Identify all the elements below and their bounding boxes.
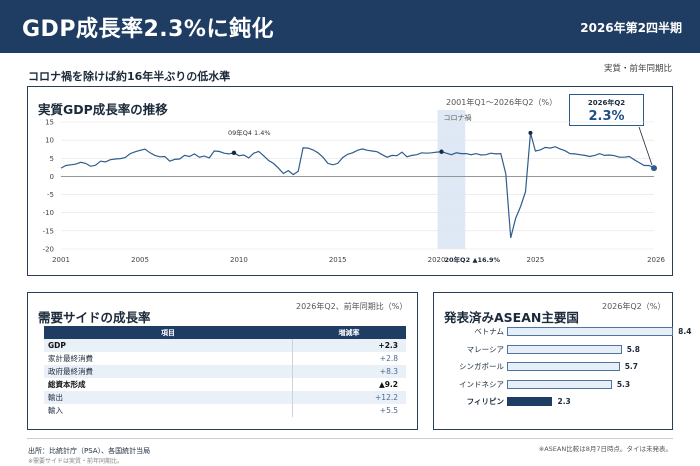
- demand-title: 需要サイドの成長率: [38, 310, 151, 325]
- header-banner: GDP成長率2.3%に鈍化 2026年第2四半期: [0, 0, 700, 53]
- y-tick-label: -5: [47, 191, 54, 199]
- row-value: +8.3: [291, 365, 406, 378]
- asean-bar-label: マレーシア: [466, 344, 504, 354]
- x-tick-label: 2025: [526, 256, 544, 264]
- asean-bar-label: インドネシア: [459, 379, 504, 389]
- asean-bar-value: 5.7: [624, 362, 639, 371]
- row-item: GDP: [44, 339, 292, 352]
- row-item: 政府最終消費: [44, 365, 292, 378]
- col-rate-header: 増減率: [292, 326, 406, 339]
- covid-band: [437, 109, 465, 249]
- table-row: 家計最終消費 +2.8: [44, 352, 406, 365]
- period-label: 2026年第2四半期: [580, 21, 682, 35]
- covid-label: コロナ禍: [443, 113, 471, 122]
- y-tick-label: 10: [45, 136, 54, 144]
- subheadline: コロナ禍を除けば約16年半ぶりの低水準: [28, 70, 231, 83]
- row-item: 総資本形成: [48, 380, 86, 389]
- x-tick-label: 2005: [131, 256, 149, 264]
- x-tick-label: 2026: [647, 256, 665, 264]
- asean-footnote: ※ASEAN比較は8月7日時点。タイは未発表。: [538, 445, 672, 453]
- asean-bar: [507, 344, 622, 354]
- asean-bar-label: フィリピン: [466, 397, 504, 406]
- asean-bar-label: ベトナム: [474, 327, 504, 336]
- source-note: 出所：比統計庁（PSA）、各国統計当局: [28, 447, 151, 455]
- x-tick-label: 2020: [427, 256, 445, 264]
- demand-note: 2026年Q2、前年同期比（%）: [296, 302, 408, 311]
- annotation-2020q2-value: ▲16.9%: [472, 256, 500, 264]
- col-item-header: 項目: [44, 326, 292, 339]
- asean-bar: [507, 379, 612, 389]
- asean-bar-value: 5.3: [616, 379, 631, 389]
- asean-bar-value: 5.8: [626, 344, 640, 354]
- point-2021q2: [527, 130, 532, 135]
- y-tick-label: -15: [42, 227, 53, 235]
- callout-leader: [638, 126, 652, 165]
- y-tick-label: 0: [49, 172, 53, 180]
- asean-bar: [507, 327, 674, 336]
- annotation-2020q2: 20年Q2: [444, 255, 470, 264]
- x-tick-label: 2015: [328, 256, 346, 264]
- table-row: GDP +2.3: [44, 339, 406, 352]
- series-line: [60, 132, 654, 238]
- gdp-line-chart: コロナ禍 -20 -15 -10 -5 0 5 10 15 2001 2005 2010 2015 202…: [42, 109, 665, 264]
- y-tick-label: 15: [45, 118, 54, 126]
- row-value: ▲9.2: [291, 378, 406, 391]
- y-tick-label: -10: [42, 209, 53, 217]
- y-tick-label: 5: [49, 154, 53, 162]
- annotation-2009q4: 09年Q4 1.4%: [227, 127, 270, 136]
- table-row: 総資本形成 ▲9.2: [44, 378, 406, 391]
- asean-bar-label: シンガポール: [459, 362, 504, 371]
- asean-title: 発表済みASEAN主要国: [444, 310, 579, 325]
- row-item: 輸入: [48, 406, 63, 415]
- x-tick-label: 2001: [52, 256, 70, 264]
- table-row: 政府最終消費 +8.3: [44, 365, 406, 378]
- row-item: 輸出: [44, 391, 292, 404]
- point-2009q4: [231, 150, 236, 155]
- asean-bar-value: 8.4: [678, 327, 692, 336]
- asean-bar: [507, 362, 620, 371]
- asean-note: 2026年Q2（%）: [602, 302, 666, 311]
- table-row: 輸出 +12.2: [44, 391, 406, 404]
- basis-note: 実質・前年同期比: [603, 64, 672, 74]
- asean-panel: 発表済みASEAN主要国 2026年Q2（%） ベトナム 8.4 マレーシア 5.8 シ…: [433, 292, 691, 430]
- row-value: +2.3: [291, 339, 406, 352]
- source-subnote: ※需要サイドは実質・前年同期比。: [28, 458, 124, 465]
- row-item: 家計最終消費: [48, 354, 93, 363]
- point-latest: [650, 164, 657, 171]
- demand-panel: 需要サイドの成長率 2026年Q2、前年同期比（%） 項目 増減率 GDP +2…: [27, 292, 418, 430]
- headline: GDP成長率2.3%に鈍化: [22, 17, 274, 42]
- gdp-trend-panel: 実質GDP成長率の推移 2001年Q1〜2026年Q2（%） 2026年Q2 2…: [27, 86, 673, 276]
- asean-bar: [507, 397, 553, 406]
- asean-bar-value: 2.3: [557, 397, 571, 406]
- point-2020q2: [438, 149, 444, 154]
- y-tick-label: -20: [42, 245, 53, 253]
- row-value: +5.5: [291, 404, 406, 417]
- footer-divider: [27, 438, 673, 439]
- row-value: +12.2: [291, 391, 406, 404]
- demand-table: 項目 増減率 GDP +2.3 家計最終消費 +2.8 政府最終消費 +8.3 …: [44, 326, 406, 417]
- x-tick-label: 2010: [229, 256, 247, 264]
- row-value: +2.8: [291, 352, 406, 365]
- table-row: 輸入 +5.5: [44, 404, 406, 417]
